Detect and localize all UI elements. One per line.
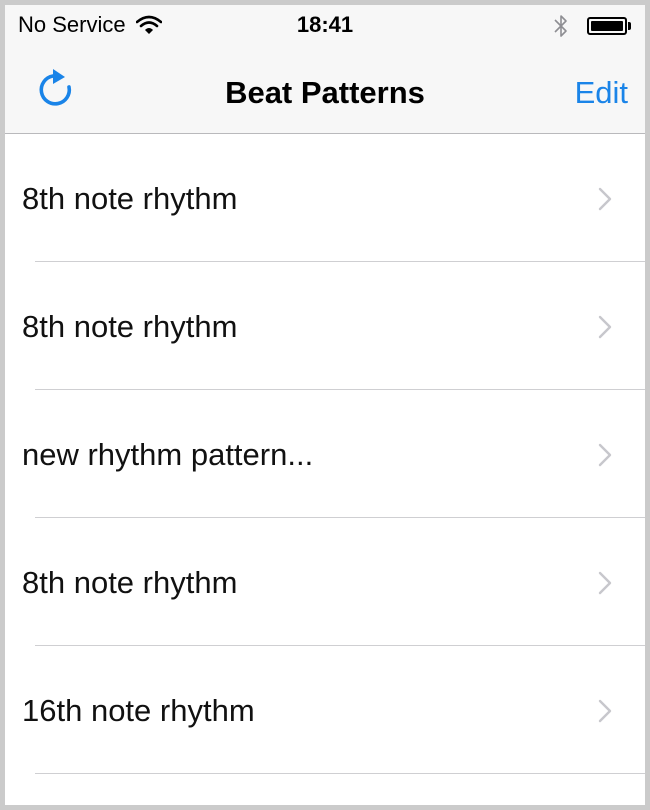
- battery-level-fill: [591, 21, 623, 31]
- chevron-right-icon: [598, 443, 612, 467]
- status-bar: No Service 18:41: [5, 5, 645, 45]
- navigation-bar: Beat Patterns Edit: [5, 45, 645, 133]
- pattern-label: new rhythm pattern...: [22, 437, 314, 472]
- app-window: No Service 18:41 Beat Patterns Edit 8th …: [0, 0, 650, 810]
- battery-tip: [628, 22, 631, 30]
- page-title: Beat Patterns: [225, 75, 425, 110]
- pattern-list: 8th note rhythm 8th note rhythm new rhythm…: [5, 134, 645, 774]
- pattern-label: 8th note rhythm: [22, 309, 238, 344]
- chevron-right-icon: [598, 315, 612, 339]
- pattern-label: 8th note rhythm: [22, 181, 238, 216]
- top-bar: No Service 18:41 Beat Patterns Edit: [5, 5, 645, 134]
- chevron-right-icon: [598, 571, 612, 595]
- pattern-label: 8th note rhythm: [22, 565, 238, 600]
- list-item[interactable]: 8th note rhythm: [5, 262, 645, 390]
- list-item[interactable]: 16th note rhythm: [5, 646, 645, 774]
- chevron-right-icon: [598, 187, 612, 211]
- list-item[interactable]: 8th note rhythm: [5, 134, 645, 262]
- list-item[interactable]: new rhythm pattern...: [5, 390, 645, 518]
- chevron-right-icon: [598, 699, 612, 723]
- edit-button[interactable]: Edit: [575, 75, 628, 111]
- status-right: [553, 13, 631, 39]
- list-item[interactable]: 8th note rhythm: [5, 518, 645, 646]
- pattern-label: 16th note rhythm: [22, 693, 255, 728]
- row-separator: [35, 773, 645, 774]
- bluetooth-icon: [554, 15, 567, 37]
- battery-icon: [587, 17, 627, 35]
- status-time: 18:41: [296, 12, 354, 37]
